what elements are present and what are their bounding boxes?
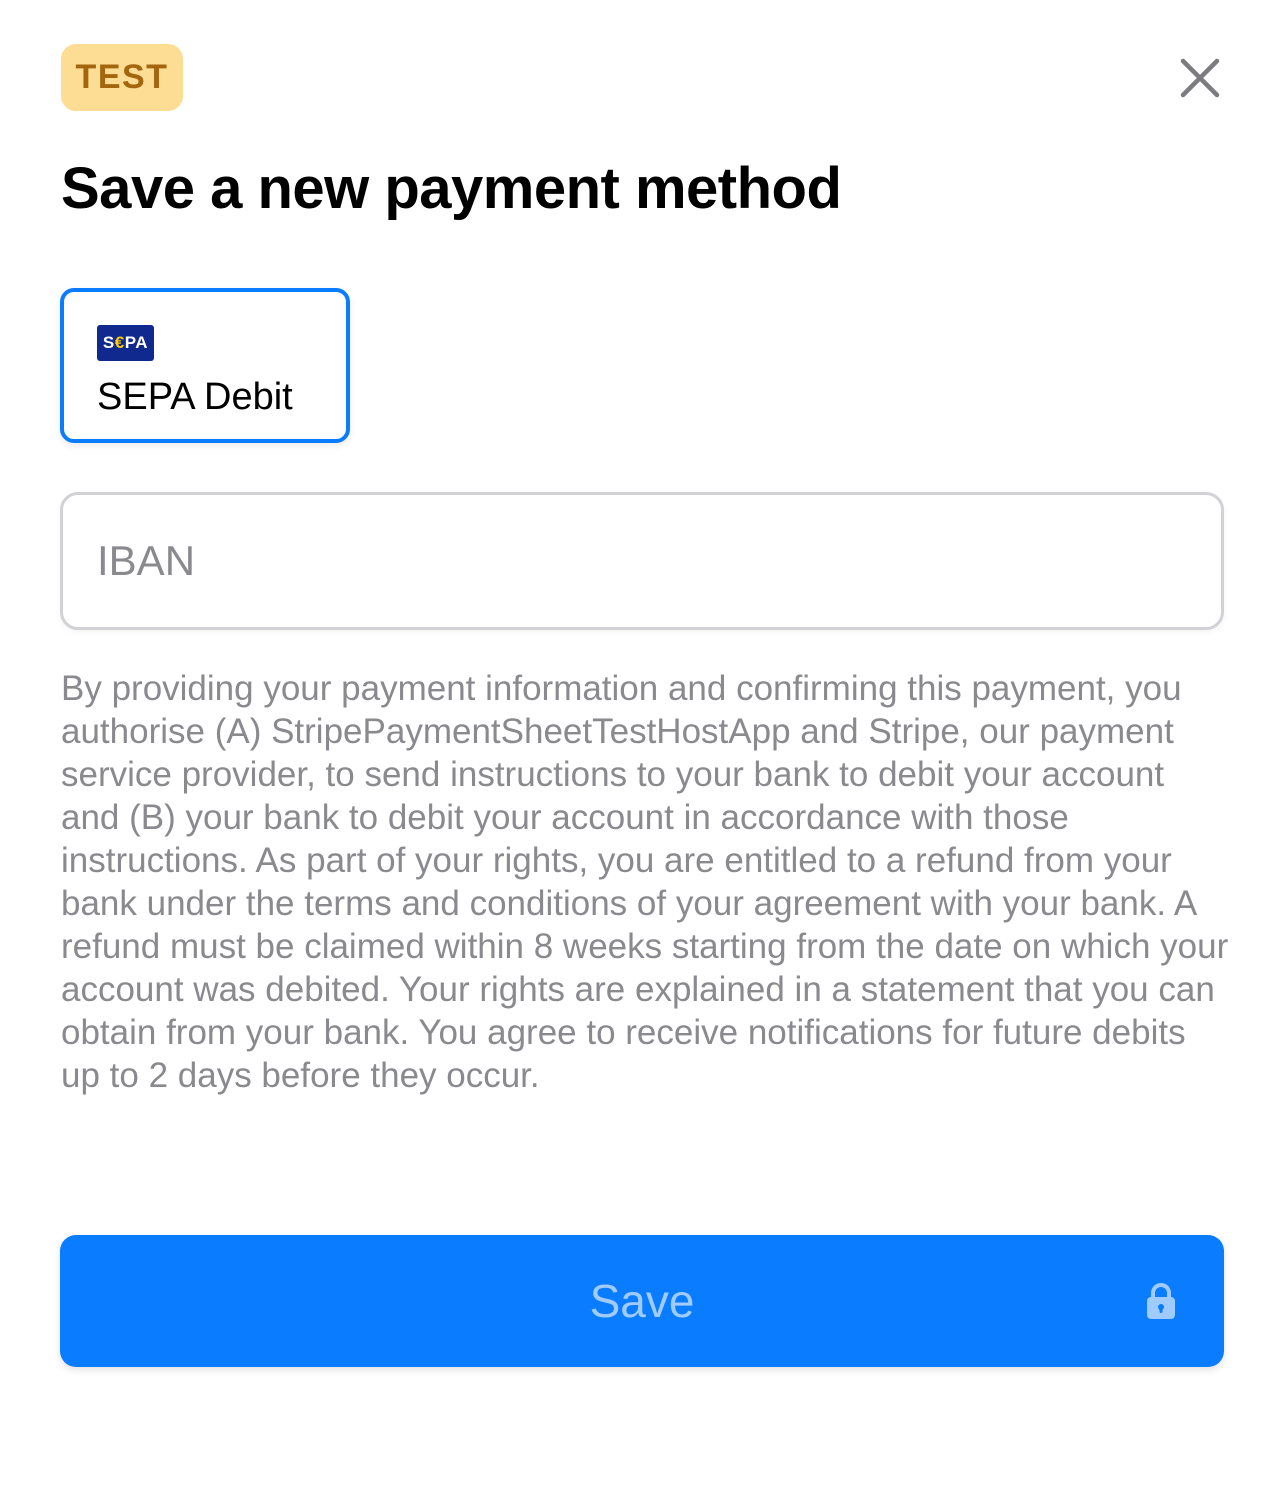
sepa-logo: S € PA [97,325,154,361]
payment-method-tile-sepa-debit[interactable]: S € PA SEPA Debit [60,288,350,443]
iban-field[interactable] [60,492,1224,630]
payment-method-label: SEPA Debit [97,376,293,418]
mandate-text: By providing your payment information an… [61,669,1229,1095]
close-icon [1180,58,1220,98]
sepa-logo-text-left: S [102,333,115,352]
page-title: Save a new payment method [61,156,842,221]
sepa-logo-euro: € [114,333,125,352]
lock-icon [1145,1282,1177,1320]
close-button[interactable] [1176,54,1224,102]
save-button[interactable]: Save [60,1235,1224,1367]
payment-sheet: TEST Save a new payment method S € PA SEPA… [0,0,1284,1487]
sepa-logo-text-right: PA [124,333,149,352]
save-button-label: Save [589,1275,695,1327]
test-mode-badge: TEST [61,44,183,111]
iban-input[interactable] [97,495,1187,627]
